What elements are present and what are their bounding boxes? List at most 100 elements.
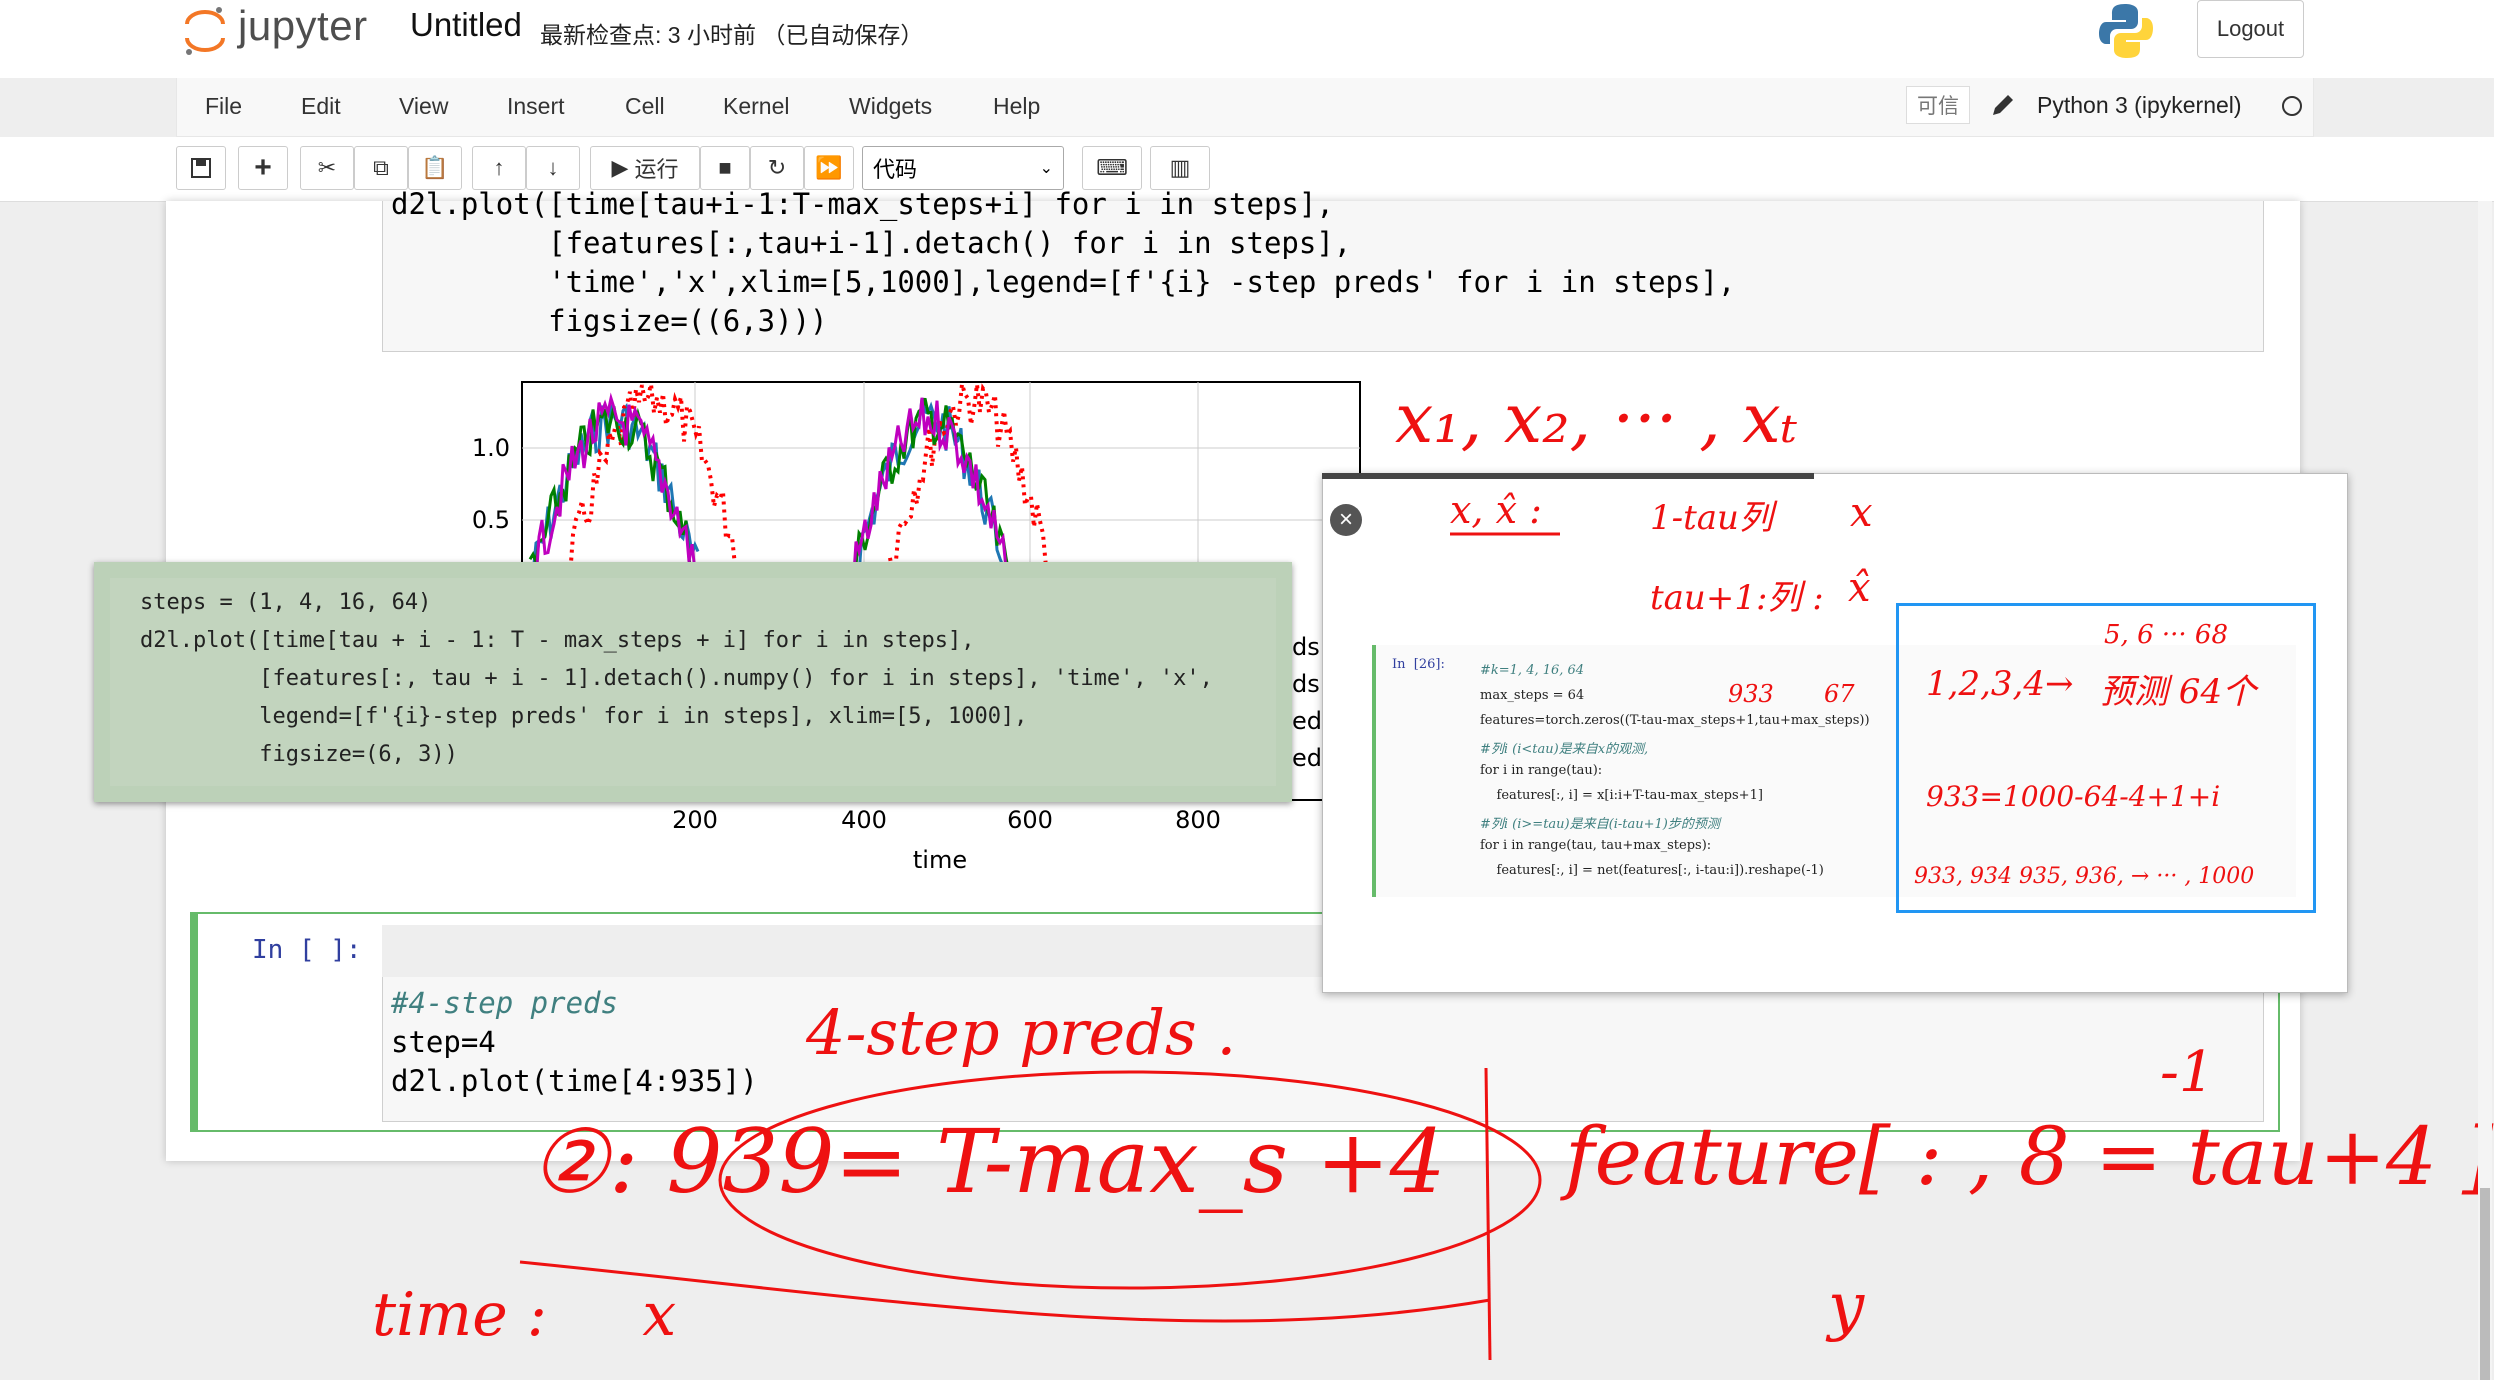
legend-entry: ds: [1292, 633, 1320, 661]
bar-chart-icon: ▥: [1169, 155, 1191, 180]
fast-forward-icon: ⏩: [815, 155, 843, 180]
menu-help[interactable]: Help: [993, 93, 1040, 120]
restart-icon: ↻: [767, 155, 787, 180]
annotation-feature: feature[ : , 8 = tau+4 ]: [1565, 1110, 2494, 1203]
popup-line: max_steps = 64: [1480, 688, 1585, 703]
interrupt-button[interactable]: ■: [700, 146, 750, 190]
tooltip-body: steps = (1, 4, 16, 64) d2l.plot([time[ta…: [110, 578, 1276, 786]
save-button[interactable]: [176, 146, 226, 190]
command-palette-button[interactable]: ⌨: [1082, 146, 1142, 190]
popup-line: features=torch.zeros((T-tau-max_steps+1,…: [1480, 713, 1870, 728]
tooltip-line: legend=[f'{i}-step preds' for i in steps…: [140, 704, 1028, 729]
close-icon[interactable]: ×: [1330, 504, 1362, 536]
menu-widgets[interactable]: Widgets: [849, 93, 932, 120]
annotation-tau-col: tau+1:列 :: [1650, 578, 1824, 618]
annotation-x: x: [1850, 490, 1873, 536]
code-line-2: [features[:,tau+i-1].detach() for i in s…: [391, 226, 1352, 260]
paste-button[interactable]: 📋: [408, 146, 462, 190]
restart-run-all-button[interactable]: ⏩: [804, 146, 854, 190]
annotation-minus-one: -1: [2160, 1040, 2215, 1105]
annotation-eq-933: 933=1000-64-4+1+i: [1926, 780, 2221, 813]
menu-file[interactable]: File: [205, 93, 242, 120]
save-icon: [191, 158, 211, 178]
x-tick-label: 200: [672, 806, 718, 834]
cell-type-select[interactable]: 代码 ⌄: [862, 146, 1064, 190]
move-up-button[interactable]: ↑: [472, 146, 526, 190]
copy-button[interactable]: ⧉: [354, 146, 408, 190]
cut-button[interactable]: ✂: [300, 146, 354, 190]
legend-entry: ed: [1292, 707, 1322, 735]
restart-button[interactable]: ↻: [750, 146, 804, 190]
code-line-4: figsize=((6,3))): [391, 304, 828, 338]
annotation-preds: 4-step preds .: [806, 996, 1237, 1069]
code-line-3: 'time','x',xlim=[5,1000],legend=[f'{i} -…: [391, 265, 1736, 299]
menu-edit[interactable]: Edit: [301, 93, 341, 120]
annotation-seq: 1,2,3,4→: [1926, 664, 2074, 704]
annotation-y: y: [1828, 1270, 1865, 1344]
popup-line: for i in range(tau):: [1480, 763, 1603, 778]
logout-button[interactable]: Logout: [2197, 0, 2304, 58]
code-cell-1[interactable]: d2l.plot([time[tau+i-1:T-max_steps+i] fo…: [382, 187, 2264, 352]
python-logo-icon: [2099, 4, 2153, 58]
plus-icon: +: [254, 151, 272, 184]
tooltip-line: [features[:, tau + i - 1].detach().numpy…: [140, 666, 1213, 691]
pencil-icon[interactable]: [1988, 90, 2018, 120]
annotation-x-hat: x, x̂ :: [1450, 488, 1542, 532]
arrow-down-icon: ↓: [547, 155, 559, 180]
annotation-x-sequence: x₁, x₂, ··· , xₜ: [1395, 380, 1798, 459]
scissors-icon: ✂: [317, 155, 337, 180]
copy-icon: ⧉: [373, 155, 389, 180]
cell2-line-3: d2l.plot(time[4:935]): [391, 1064, 758, 1098]
menu-cell[interactable]: Cell: [625, 93, 665, 120]
code-tooltip: steps = (1, 4, 16, 64) d2l.plot([time[ta…: [94, 562, 1292, 802]
move-down-button[interactable]: ↓: [526, 146, 580, 190]
cell2-prompt: In [ ]:: [252, 935, 362, 965]
annotation-x-hat-2: x̂: [1848, 565, 1871, 611]
popup-line: #列i (i<tau)是来自x的观测,: [1480, 742, 1649, 757]
annotation-67: 67: [1824, 680, 1855, 708]
keyboard-icon: ⌨: [1096, 155, 1128, 180]
popup-titlebar: [1322, 473, 1814, 479]
cell2-line-2: step=4: [391, 1025, 496, 1059]
annotation-col-range: 1-tau列: [1650, 498, 1773, 538]
cell2-comment: #4-step preds: [391, 986, 618, 1020]
annotation-top-nums: 5, 6 ··· 68: [2104, 620, 2229, 650]
kernel-name[interactable]: Python 3 (ipykernel): [2037, 92, 2242, 119]
code-line-1: d2l.plot([time[tau+i-1:T-max_steps+i] fo…: [391, 187, 1334, 221]
x-tick-label: 800: [1175, 806, 1221, 834]
annotation-equation: ②: 939= T-max_s +4: [530, 1110, 1446, 1213]
menu-insert[interactable]: Insert: [507, 93, 565, 120]
insert-cell-button[interactable]: +: [238, 146, 288, 190]
x-axis-label: time: [913, 846, 967, 874]
legend-entry: ed: [1292, 744, 1322, 772]
x-tick-label: 400: [841, 806, 887, 834]
popup-line: #k=1, 4, 16, 64: [1480, 663, 1585, 678]
trusted-indicator[interactable]: 可信: [1906, 86, 1970, 124]
annotation-bottom: 933, 934 935, 936, → ··· , 1000: [1914, 864, 2255, 889]
legend-entry: ds: [1292, 670, 1320, 698]
jupyter-logo-text[interactable]: jupyter: [238, 2, 368, 50]
kernel-idle-icon: [2282, 96, 2302, 116]
chevron-down-icon: ⌄: [1039, 160, 1053, 177]
tooltip-line: figsize=(6, 3)): [140, 742, 458, 767]
notebook-name[interactable]: Untitled: [410, 6, 522, 44]
popup-line: for i in range(tau, tau+max_steps):: [1480, 838, 1712, 853]
tooltip-line: d2l.plot([time[tau + i - 1: T - max_step…: [140, 628, 975, 653]
annotation-time-x: time : x: [372, 1280, 677, 1350]
y-tick-label: 1.0: [472, 434, 510, 462]
paste-icon: 📋: [421, 155, 449, 180]
stop-icon: ■: [718, 155, 732, 180]
chart-button[interactable]: ▥: [1150, 146, 1210, 190]
play-icon: ▶: [611, 155, 635, 180]
menu-view[interactable]: View: [399, 93, 448, 120]
tooltip-line: steps = (1, 4, 16, 64): [140, 590, 432, 615]
run-label: 运行: [634, 157, 679, 182]
popup-line: features[:, i] = net(features[:, i-tau:i…: [1480, 863, 1824, 878]
run-button[interactable]: ▶ 运行: [590, 146, 700, 190]
menu-kernel[interactable]: Kernel: [723, 93, 789, 120]
popup-line: #列i (i>=tau)是来自(i-tau+1)步的预测: [1480, 817, 1720, 832]
cell-type-value: 代码: [873, 157, 918, 182]
arrow-up-icon: ↑: [493, 155, 505, 180]
popup-line: features[:, i] = x[i:i+T-tau-max_steps+1…: [1480, 788, 1763, 803]
scrollbar-thumb[interactable]: [2480, 1188, 2490, 1380]
